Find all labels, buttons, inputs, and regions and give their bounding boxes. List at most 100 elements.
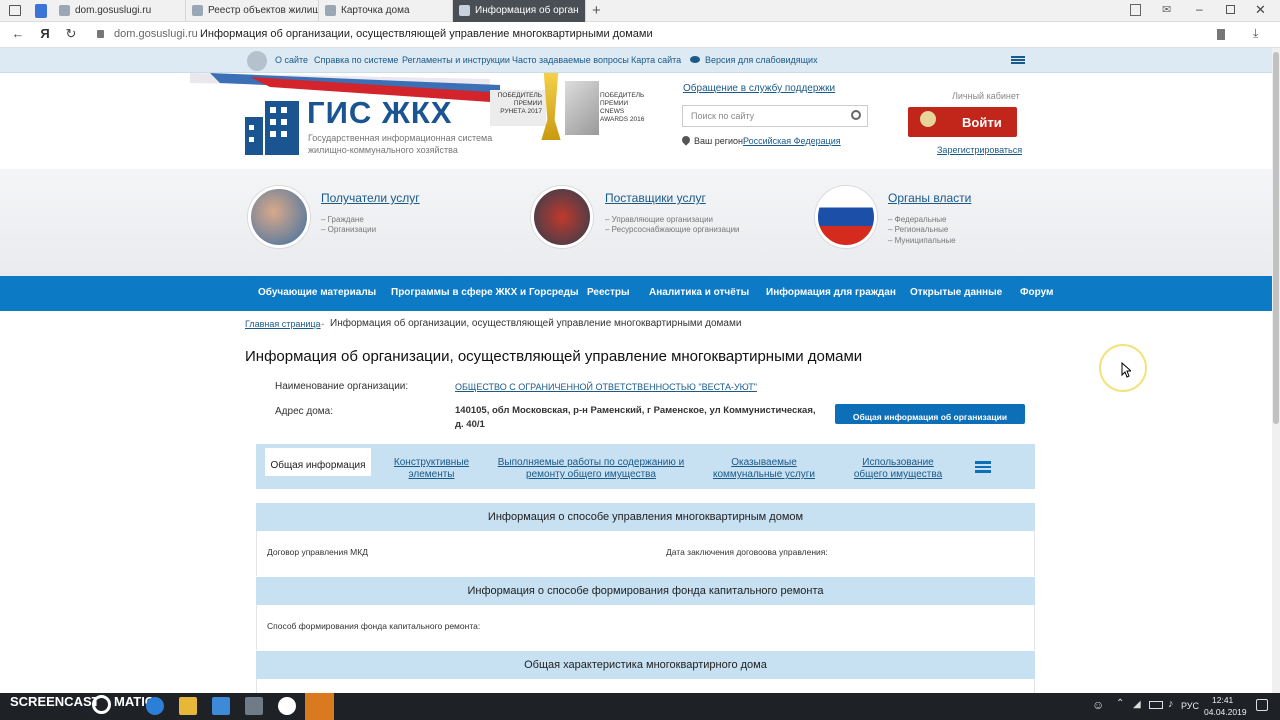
new-tab-button[interactable]: + bbox=[592, 2, 601, 19]
category-item[interactable]: – Организации bbox=[321, 225, 376, 234]
section-header-capital-repair: Информация о способе формирования фонда … bbox=[256, 577, 1035, 605]
region-link[interactable]: Российская Федерация bbox=[743, 136, 841, 146]
watermark-o-icon bbox=[92, 695, 111, 714]
nav-link-sitemap[interactable]: Карта сайта bbox=[631, 55, 681, 65]
action-center-icon[interactable] bbox=[1256, 699, 1268, 711]
contract-label: Договор управления МКД bbox=[267, 547, 368, 557]
menu-item-citizens[interactable]: Информация для граждан bbox=[766, 287, 896, 298]
browser-tab-active[interactable]: Информация об орган bbox=[453, 0, 586, 22]
yandex-browser-icon[interactable] bbox=[278, 697, 296, 715]
tab-common-property[interactable]: Использование общего имущества bbox=[846, 457, 950, 481]
nav-link-about[interactable]: О сайте bbox=[275, 55, 308, 65]
menu-item-open-data[interactable]: Открытые данные bbox=[910, 287, 1002, 298]
tab-general-info[interactable]: Общая информация bbox=[265, 448, 371, 476]
file-explorer-icon[interactable] bbox=[179, 697, 197, 715]
language-indicator[interactable]: РУС bbox=[1181, 701, 1199, 711]
category-item[interactable]: – Ресурсоснабжающие организации bbox=[605, 225, 740, 234]
tab-label: Оказываемые bbox=[731, 457, 797, 468]
back-arrow-icon[interactable]: ← bbox=[9, 26, 27, 41]
menu-item-analytics[interactable]: Аналитика и отчёты bbox=[649, 287, 749, 298]
tab-label: Конструктивные bbox=[393, 457, 470, 468]
category-recipients-title[interactable]: Получатели услуг bbox=[321, 191, 420, 205]
clock-time[interactable]: 12:41 bbox=[1212, 695, 1233, 705]
award-runet: ПОБЕДИТЕЛЬ ПРЕМИИ РУНЕТА 2017 bbox=[490, 90, 546, 126]
service-providers-photo[interactable] bbox=[531, 186, 593, 248]
support-link[interactable]: Обращение в службу поддержки bbox=[683, 83, 835, 94]
category-providers-title[interactable]: Поставщики услуг bbox=[605, 191, 706, 205]
category-item[interactable]: – Региональные bbox=[888, 225, 948, 234]
page-scrollbar-thumb[interactable] bbox=[1273, 52, 1279, 424]
tab-label: Реестр объектов жилищн bbox=[208, 5, 319, 16]
bookmark-page-icon[interactable] bbox=[1217, 29, 1225, 40]
bookmark-icon[interactable] bbox=[35, 4, 47, 18]
browser-tab-bar: dom.gosuslugi.ru Реестр объектов жилищн … bbox=[0, 0, 1280, 22]
maximize-button[interactable] bbox=[1226, 5, 1235, 14]
hamburger-menu-line bbox=[1011, 59, 1025, 61]
emblem-icon bbox=[247, 51, 267, 71]
tab-maintenance-works[interactable]: Выполняемые работы по содержанию и ремонт… bbox=[496, 457, 686, 481]
login-button[interactable]: Войти bbox=[908, 107, 1017, 137]
tabs-list-icon[interactable] bbox=[1130, 4, 1141, 16]
section-body-capital-repair: Способ формирования фонда капитального р… bbox=[256, 605, 1035, 650]
browser-tab[interactable]: dom.gosuslugi.ru bbox=[53, 0, 186, 22]
nav-link-regulations[interactable]: Регламенты и инструкции bbox=[402, 55, 510, 65]
register-link[interactable]: Зарегистрироваться bbox=[937, 145, 1022, 155]
section-body-characteristics bbox=[256, 679, 1035, 693]
nav-link-faq[interactable]: Часто задаваемые вопросы bbox=[512, 55, 629, 65]
logo-title[interactable]: ГИС ЖКХ bbox=[307, 95, 452, 131]
award-text: ПРЕМИИ bbox=[600, 100, 629, 107]
search-placeholder: Поиск по сайту bbox=[691, 111, 755, 121]
address-line-2: д. 40/1 bbox=[455, 419, 485, 430]
authorities-flag-photo[interactable] bbox=[815, 186, 877, 248]
store-icon[interactable] bbox=[212, 697, 230, 715]
browser-tab[interactable]: Карточка дома bbox=[319, 0, 453, 22]
org-name-link[interactable]: ОБЩЕСТВО С ОГРАНИЧЕННОЙ ОТВЕТСТВЕННОСТЬЮ… bbox=[455, 382, 757, 392]
main-menu: Обучающие материалы Программы в сфере ЖК… bbox=[0, 276, 1272, 311]
category-authorities-title[interactable]: Органы власти bbox=[888, 191, 971, 205]
breadcrumb-home[interactable]: Главная страница bbox=[245, 319, 321, 329]
network-icon[interactable]: ◢ bbox=[1133, 699, 1141, 710]
org-info-button[interactable]: Общая информация об организации bbox=[835, 404, 1025, 424]
minimize-button[interactable]: – bbox=[1196, 2, 1203, 16]
reload-icon[interactable]: ↻ bbox=[62, 26, 80, 42]
category-item[interactable]: – Управляющие организации bbox=[605, 215, 713, 224]
tab-label: Общая информация bbox=[270, 460, 366, 471]
menu-item-forum[interactable]: Форум bbox=[1020, 287, 1053, 298]
battery-icon[interactable] bbox=[1149, 701, 1163, 709]
url-domain[interactable]: dom.gosuslugi.ru bbox=[114, 28, 198, 40]
site-favicon-icon bbox=[192, 5, 203, 16]
award-text: ПОБЕДИТЕЛЬ bbox=[497, 92, 542, 99]
tab-utilities[interactable]: Оказываемые коммунальные услуги bbox=[708, 457, 820, 481]
tray-chevron-icon[interactable]: ⌃ bbox=[1116, 698, 1124, 709]
menu-item-training[interactable]: Обучающие материалы bbox=[258, 287, 376, 298]
download-icon[interactable]: ⤓ bbox=[1253, 26, 1258, 41]
menu-item-registries[interactable]: Реестры bbox=[587, 287, 630, 298]
recording-app-icon[interactable] bbox=[305, 693, 334, 720]
more-tabs-icon-line bbox=[975, 466, 991, 468]
search-icon[interactable] bbox=[851, 110, 861, 120]
contract-date-label: Дата заключения договоова управления: bbox=[666, 547, 828, 557]
volume-icon[interactable]: ♪ bbox=[1168, 698, 1174, 710]
category-item[interactable]: – Граждане bbox=[321, 215, 364, 224]
category-item[interactable]: – Муниципальные bbox=[888, 236, 956, 245]
building-logo-icon[interactable] bbox=[245, 101, 300, 155]
breadcrumb-current: Информация об организации, осуществляюще… bbox=[330, 318, 742, 329]
address-bar: ← Я ↻ dom.gosuslugi.ru Информация об орг… bbox=[0, 22, 1280, 48]
tab-structural-elements[interactable]: Конструктивные элементы bbox=[384, 457, 479, 481]
edge-icon[interactable] bbox=[146, 697, 164, 715]
search-input[interactable]: Поиск по сайту bbox=[682, 105, 868, 127]
menu-item-programs[interactable]: Программы в сфере ЖКХ и Горсреды bbox=[391, 287, 579, 298]
mail-icon[interactable] bbox=[245, 697, 263, 715]
nav-link-help[interactable]: Справка по системе bbox=[314, 55, 398, 65]
close-window-button[interactable]: ✕ bbox=[1255, 2, 1266, 18]
sidebar-toggle-icon[interactable] bbox=[9, 5, 21, 16]
url-title[interactable]: Информация об организации, осуществляюще… bbox=[200, 28, 653, 40]
clock-date[interactable]: 04.04.2019 bbox=[1204, 707, 1247, 717]
yandex-icon[interactable]: Я bbox=[36, 26, 54, 41]
service-recipients-photo[interactable] bbox=[248, 186, 310, 248]
browser-tab[interactable]: Реестр объектов жилищн bbox=[186, 0, 319, 22]
category-item[interactable]: – Федеральные bbox=[888, 215, 947, 224]
notifications-icon[interactable]: ✉ bbox=[1162, 3, 1171, 16]
people-icon[interactable]: ☺ bbox=[1092, 698, 1104, 712]
accessibility-link[interactable]: Версия для слабовидящих bbox=[705, 55, 818, 65]
